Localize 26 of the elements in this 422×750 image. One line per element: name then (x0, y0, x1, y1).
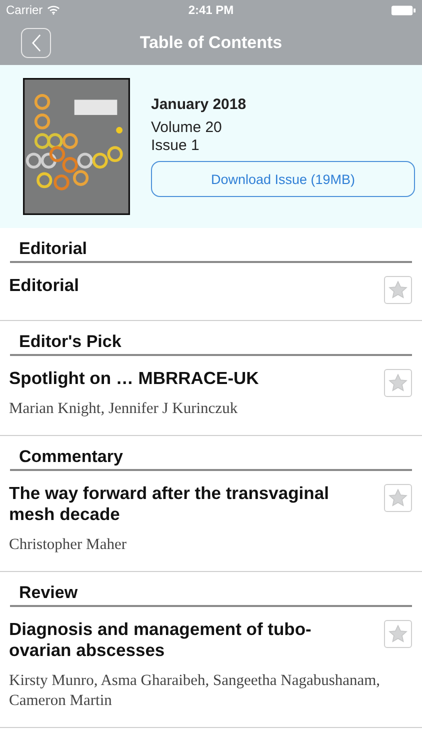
carrier-name: Carrier (6, 3, 43, 17)
download-button[interactable]: Download Issue (19MB) (151, 161, 415, 197)
chevron-left-icon (30, 34, 42, 52)
status-time: 2:41 PM (187, 3, 235, 17)
star-button[interactable] (384, 620, 412, 648)
section-heading: Editorial (19, 239, 88, 258)
screen-title: Table of Contents (140, 32, 282, 52)
section-heading: Review (19, 583, 78, 602)
article-title[interactable]: The way forward after the transvaginal mesh decade (9, 483, 384, 525)
section-heading: Commentary (19, 447, 123, 466)
article-authors: Christopher Maher (9, 535, 128, 555)
article-title[interactable]: Diagnosis and management of tubo-ovarian abscesses (9, 619, 384, 661)
issue-date: January 2018 (151, 96, 248, 113)
issue-number: Issue 1 (151, 137, 200, 155)
article-authors: Marian Knight, Jennifer J Kurinczuk (9, 399, 239, 419)
wifi-icon (46, 5, 60, 15)
battery-icon (391, 4, 416, 16)
article-authors: Kirsty Munro, Asma Gharaibeh, Sangeetha Nagabushanam, Cameron Martin (9, 671, 382, 711)
star-button[interactable] (384, 276, 412, 304)
section-heading: Editor's Pick (19, 332, 122, 351)
back-button[interactable] (21, 28, 51, 58)
article-title[interactable]: Spotlight on … MBRRACE-UK (9, 368, 384, 389)
article-title[interactable]: Editorial (9, 275, 384, 296)
star-button[interactable] (384, 484, 412, 512)
volume-label: Volume 20 (151, 119, 223, 137)
star-button[interactable] (384, 369, 412, 397)
